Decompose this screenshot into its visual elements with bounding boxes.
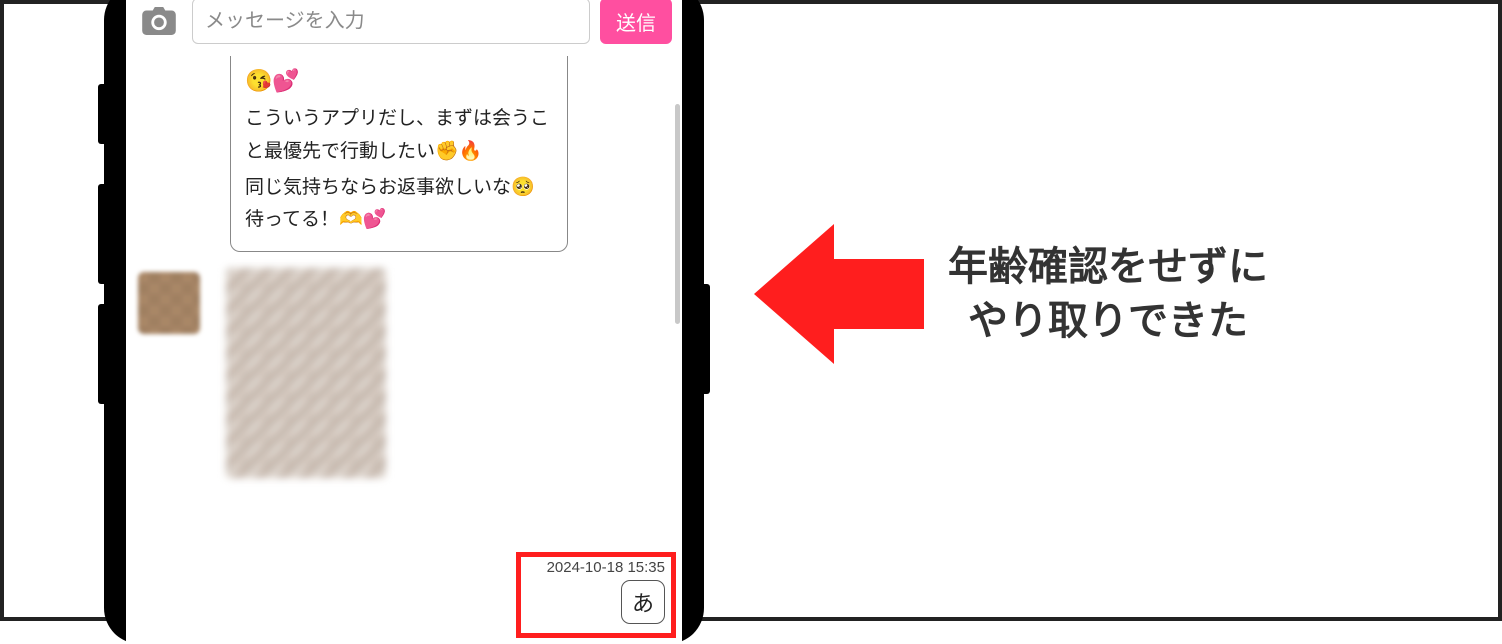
phone-side-button (98, 304, 104, 404)
message-input[interactable] (192, 0, 590, 44)
attached-photo[interactable] (226, 268, 386, 478)
message-body-line: 同じ気持ちならお返事欲しいな🥺待ってる！🫶💕 (245, 172, 553, 237)
stage: 送信 😘💕 こういうアプリだし、まずは会うこと最優先で行動したい✊🔥 同じ気持ち… (4, 4, 1498, 617)
incoming-message-bubble: 😘💕 こういうアプリだし、まずは会うこと最優先で行動したい✊🔥 同じ気持ちならお… (230, 56, 568, 252)
highlighted-reply-block: 2024-10-18 15:35 あ (516, 552, 676, 638)
chat-area: 😘💕 こういうアプリだし、まずは会うこと最優先で行動したい✊🔥 同じ気持ちならお… (126, 56, 682, 644)
arrow-left-icon (754, 224, 924, 364)
annotation-line: 年齢確認をせずに (948, 240, 1268, 294)
message-input-bar: 送信 (126, 0, 682, 50)
image-message-row (138, 268, 670, 478)
phone-screen: 送信 😘💕 こういうアプリだし、まずは会うこと最優先で行動したい✊🔥 同じ気持ち… (126, 0, 682, 644)
outgoing-message-bubble: あ (621, 580, 665, 624)
phone-frame: 送信 😘💕 こういうアプリだし、まずは会うこと最優先で行動したい✊🔥 同じ気持ち… (104, 0, 704, 644)
annotation-caption: 年齢確認をせずに やり取りできた (948, 240, 1268, 348)
phone-side-button (704, 284, 710, 394)
message-timestamp: 2024-10-18 15:35 (547, 559, 665, 576)
message-emoji-line: 😘💕 (245, 62, 553, 99)
camera-icon[interactable] (136, 0, 182, 44)
annotation-line: やり取りできた (948, 294, 1268, 348)
sender-avatar[interactable] (138, 272, 200, 334)
message-body-line: こういうアプリだし、まずは会うこと最優先で行動したい✊🔥 (245, 103, 553, 168)
send-button[interactable]: 送信 (600, 0, 672, 44)
annotation: 年齢確認をせずに やり取りできた (754, 224, 1268, 364)
